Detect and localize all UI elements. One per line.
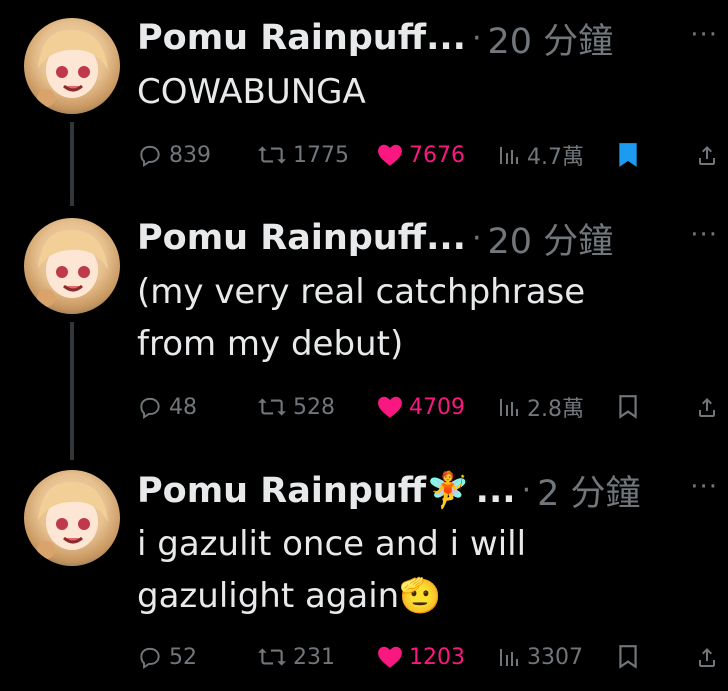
avatar[interactable] bbox=[24, 18, 120, 114]
like-button[interactable]: 7676 bbox=[377, 138, 465, 172]
share-button[interactable] bbox=[695, 640, 719, 674]
tweet-text-line: COWABUNGA bbox=[137, 72, 366, 112]
display-name[interactable]: Pomu Rainpuff... bbox=[137, 18, 466, 58]
like-count: 4709 bbox=[409, 394, 465, 420]
avatar[interactable] bbox=[24, 218, 120, 314]
reply-count: 52 bbox=[169, 644, 197, 670]
retweet-button[interactable]: 528 bbox=[257, 390, 335, 424]
fairy-emoji: 🧚 bbox=[426, 470, 470, 511]
retweet-count: 1775 bbox=[293, 142, 349, 168]
analytics-icon bbox=[500, 399, 518, 416]
reply-button[interactable]: 52 bbox=[137, 640, 197, 674]
share-button[interactable] bbox=[695, 390, 719, 424]
tweet-text: i gazulit once and i will gazulight agai… bbox=[137, 518, 697, 622]
retweet-button[interactable]: 1775 bbox=[257, 138, 349, 172]
separator-dot: · bbox=[471, 220, 482, 256]
separator-dot: · bbox=[471, 20, 482, 56]
bookmark-button[interactable] bbox=[617, 640, 639, 674]
bookmark-button[interactable] bbox=[617, 138, 639, 172]
views-button[interactable]: 2.8萬 bbox=[497, 390, 584, 424]
tweet[interactable]: Pomu Rainpuff🧚... · 2 分鐘 ··· i gazulit o… bbox=[0, 452, 728, 691]
reply-count: 839 bbox=[169, 142, 211, 168]
tweet-text-line: from my debut) bbox=[137, 324, 404, 364]
tweet-header: Pomu Rainpuff... · 20 分鐘 bbox=[137, 214, 613, 262]
bookmark-icon bbox=[619, 395, 637, 419]
separator-dot: · bbox=[521, 472, 532, 508]
timestamp[interactable]: 20 分鐘 bbox=[488, 13, 614, 64]
view-count: 4.7萬 bbox=[527, 145, 584, 170]
view-count: 3307 bbox=[527, 644, 583, 670]
tweet[interactable]: Pomu Rainpuff... · 20 分鐘 ··· COWABUNGA 8… bbox=[0, 0, 728, 200]
display-name[interactable]: Pomu Rainpuff... bbox=[137, 218, 466, 258]
view-count: 2.8萬 bbox=[527, 397, 584, 422]
tweet-text-segment: gazulight again bbox=[137, 576, 400, 616]
timestamp[interactable]: 20 分鐘 bbox=[488, 213, 614, 264]
reply-icon bbox=[140, 145, 160, 168]
tweet[interactable]: Pomu Rainpuff... · 20 分鐘 ··· (my very re… bbox=[0, 200, 728, 456]
action-bar: 52 231 1203 3307 bbox=[137, 640, 720, 674]
display-name-text: Pomu Rainpuff bbox=[137, 470, 427, 511]
analytics-icon bbox=[500, 649, 518, 666]
heart-filled-icon bbox=[378, 646, 402, 668]
tweet-text: COWABUNGA bbox=[137, 66, 697, 118]
timestamp[interactable]: 2 分鐘 bbox=[537, 465, 640, 516]
like-button[interactable]: 1203 bbox=[377, 640, 465, 674]
views-button[interactable]: 4.7萬 bbox=[497, 138, 584, 172]
tweet-header: Pomu Rainpuff... · 20 分鐘 bbox=[137, 14, 613, 62]
more-options-icon[interactable]: ··· bbox=[690, 220, 718, 250]
heart-filled-icon bbox=[378, 396, 402, 418]
tweet-text-line: (my very real catchphrase bbox=[137, 272, 586, 312]
retweet-count: 528 bbox=[293, 394, 335, 420]
action-bar: 48 528 4709 2.8萬 bbox=[137, 390, 720, 424]
reply-count: 48 bbox=[169, 394, 197, 420]
avatar[interactable] bbox=[24, 470, 120, 566]
retweet-button[interactable]: 231 bbox=[257, 640, 335, 674]
tweet-header: Pomu Rainpuff🧚... · 2 分鐘 bbox=[137, 466, 641, 514]
retweet-icon bbox=[258, 648, 286, 666]
reply-icon bbox=[140, 397, 160, 420]
reply-button[interactable]: 48 bbox=[137, 390, 197, 424]
views-button[interactable]: 3307 bbox=[497, 640, 583, 674]
heart-filled-icon bbox=[378, 144, 402, 166]
retweet-count: 231 bbox=[293, 644, 335, 670]
action-bar: 839 1775 7676 4.7萬 bbox=[137, 138, 720, 172]
name-ellipsis: ... bbox=[475, 470, 516, 511]
share-button[interactable] bbox=[695, 138, 719, 172]
retweet-icon bbox=[258, 146, 286, 164]
retweet-icon bbox=[258, 398, 286, 416]
reply-icon bbox=[140, 647, 160, 670]
tweet-text-line: i gazulit once and i will bbox=[137, 524, 527, 564]
like-count: 1203 bbox=[409, 644, 465, 670]
more-options-icon[interactable]: ··· bbox=[690, 20, 718, 50]
share-icon bbox=[699, 398, 715, 417]
tweet-text-line: gazulight again🫡 bbox=[137, 570, 697, 622]
tweet-text: (my very real catchphrase from my debut) bbox=[137, 266, 697, 370]
display-name[interactable]: Pomu Rainpuff🧚... bbox=[137, 470, 516, 511]
like-count: 7676 bbox=[409, 142, 465, 168]
bookmark-icon bbox=[619, 645, 637, 669]
share-icon bbox=[699, 146, 715, 165]
share-icon bbox=[699, 648, 715, 667]
like-button[interactable]: 4709 bbox=[377, 390, 465, 424]
bookmark-button[interactable] bbox=[617, 390, 639, 424]
analytics-icon bbox=[500, 147, 518, 164]
bookmark-filled-icon bbox=[619, 143, 637, 167]
reply-button[interactable]: 839 bbox=[137, 138, 211, 172]
salute-emoji: 🫡 bbox=[399, 576, 442, 616]
more-options-icon[interactable]: ··· bbox=[690, 472, 718, 502]
